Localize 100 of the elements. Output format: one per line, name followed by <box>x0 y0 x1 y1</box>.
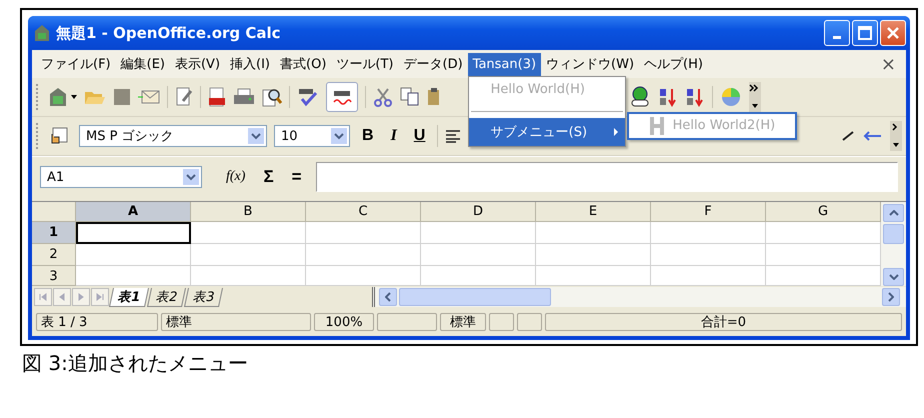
menu-item[interactable]: データ(D) <box>398 51 468 77</box>
table-cell[interactable] <box>76 222 191 244</box>
table-cell[interactable] <box>191 244 306 266</box>
sheet-nav-button[interactable] <box>53 288 71 306</box>
maximize-icon <box>855 23 875 43</box>
vertical-scrollbar[interactable] <box>881 202 906 286</box>
pie-chart-icon[interactable] <box>720 86 742 108</box>
scroll-right-button[interactable] <box>882 288 900 306</box>
menu-item[interactable]: 挿入(I) <box>225 51 276 77</box>
table-cell[interactable] <box>76 244 191 266</box>
table-cell[interactable] <box>766 222 881 244</box>
column-header[interactable]: F <box>651 202 766 222</box>
scroll-thumb[interactable] <box>883 224 904 244</box>
font-name-field[interactable]: MS P ゴシック <box>79 125 267 147</box>
menu-item[interactable]: ファイル(F) <box>36 51 116 77</box>
chevron-down-icon[interactable] <box>331 128 347 144</box>
status-field: 表 1 / 3 <box>36 313 158 331</box>
table-cell[interactable] <box>536 222 651 244</box>
envelope-icon[interactable] <box>138 89 160 105</box>
column-header[interactable]: G <box>766 202 881 222</box>
row-header[interactable]: 2 <box>32 244 76 266</box>
clipboard-icon[interactable] <box>427 87 439 107</box>
chevron-down-icon[interactable] <box>183 169 199 185</box>
row-header[interactable]: 1 <box>32 222 76 244</box>
table-cell[interactable] <box>191 222 306 244</box>
function-wizard-button[interactable]: f(x) <box>222 169 250 185</box>
menu-item[interactable]: ツール(T) <box>331 51 398 77</box>
sort-descending-icon[interactable] <box>685 87 705 107</box>
globe-icon[interactable] <box>629 86 651 108</box>
column-header[interactable]: C <box>306 202 421 222</box>
status-field <box>489 313 514 331</box>
table-cell[interactable] <box>766 244 881 266</box>
menu-item[interactable]: Tansan(3) <box>468 52 542 76</box>
indent-arrow-icon[interactable] <box>863 131 883 141</box>
spellcheck-icon[interactable] <box>297 87 319 107</box>
copy-icon[interactable] <box>400 87 420 107</box>
horizontal-scrollbar[interactable] <box>372 287 906 307</box>
save-icon[interactable] <box>113 88 131 106</box>
maximize-button[interactable] <box>852 20 878 46</box>
column-header[interactable]: A <box>76 202 191 222</box>
font-size-field[interactable]: 10 <box>274 125 350 147</box>
auto-spellcheck-icon[interactable] <box>326 82 358 112</box>
scroll-left-button[interactable] <box>378 288 397 306</box>
menu-item[interactable]: 編集(E) <box>116 51 170 77</box>
chevron-down-icon[interactable] <box>248 128 264 144</box>
column-header[interactable]: B <box>191 202 306 222</box>
printer-icon[interactable] <box>233 88 255 106</box>
sheet-tab[interactable]: 表2 <box>147 288 186 306</box>
menu-item[interactable]: 書式(O) <box>275 51 332 77</box>
scroll-down-button[interactable] <box>883 268 904 286</box>
submenu-entry[interactable]: サブメニュー(S) <box>468 118 625 146</box>
sheet-tab[interactable]: 表3 <box>184 288 224 306</box>
scroll-thumb[interactable] <box>398 288 551 306</box>
sum-button[interactable]: Σ <box>259 167 278 187</box>
table-cell[interactable] <box>421 222 536 244</box>
dropdown-arrow-icon[interactable] <box>71 95 77 99</box>
sheet-nav-button[interactable] <box>91 288 109 306</box>
window-title: 無題1 - OpenOffice.org Calc <box>56 24 282 42</box>
table-cell[interactable] <box>651 222 766 244</box>
align-left-icon[interactable] <box>445 129 462 143</box>
italic-button[interactable]: I <box>386 127 402 145</box>
menu-item[interactable]: ヘルプ(H) <box>639 51 708 77</box>
toolbar-overflow-icon[interactable] <box>749 82 761 112</box>
menu-item[interactable]: ウィンドウ(W) <box>541 51 640 77</box>
pdf-icon[interactable] <box>208 87 226 107</box>
name-box[interactable]: A1 <box>40 166 202 188</box>
table-cell[interactable] <box>421 244 536 266</box>
close-button[interactable] <box>880 20 906 46</box>
column-header[interactable]: D <box>421 202 536 222</box>
row-header[interactable]: 3 <box>32 266 76 286</box>
sheet-tab[interactable]: 表1 <box>108 288 150 306</box>
select-all-corner[interactable] <box>32 202 76 222</box>
bold-button[interactable]: B <box>357 127 379 145</box>
close-document-button[interactable]: × <box>880 54 896 74</box>
sheet-nav-button[interactable] <box>34 288 52 306</box>
chevron-down-icon <box>888 274 898 280</box>
table-cell[interactable] <box>306 244 421 266</box>
toolbar-overflow-icon[interactable] <box>890 121 902 151</box>
page-preview-icon[interactable] <box>262 87 282 107</box>
status-field: 標準 <box>440 313 486 331</box>
scroll-up-button[interactable] <box>883 204 904 222</box>
underline-button[interactable]: U <box>408 127 430 145</box>
chevron-left-icon <box>384 292 391 302</box>
sort-ascending-icon[interactable] <box>658 87 678 107</box>
table-cell[interactable] <box>536 244 651 266</box>
chevron-right-icon <box>888 292 894 302</box>
table-cell[interactable] <box>651 244 766 266</box>
scissors-icon[interactable] <box>373 87 393 107</box>
triangle-icon <box>39 293 47 301</box>
minimize-button[interactable] <box>824 20 850 46</box>
submenu-arrow-icon <box>612 128 619 136</box>
edit-document-icon[interactable] <box>175 87 193 107</box>
formula-button[interactable]: = <box>288 167 306 187</box>
formula-input[interactable] <box>316 162 898 192</box>
status-field <box>377 313 437 331</box>
table-cell[interactable] <box>306 222 421 244</box>
sheet-nav-button[interactable] <box>72 288 90 306</box>
menu-item[interactable]: 表示(V) <box>170 51 226 77</box>
column-header[interactable]: E <box>536 202 651 222</box>
new-document-icon[interactable] <box>48 86 68 108</box>
